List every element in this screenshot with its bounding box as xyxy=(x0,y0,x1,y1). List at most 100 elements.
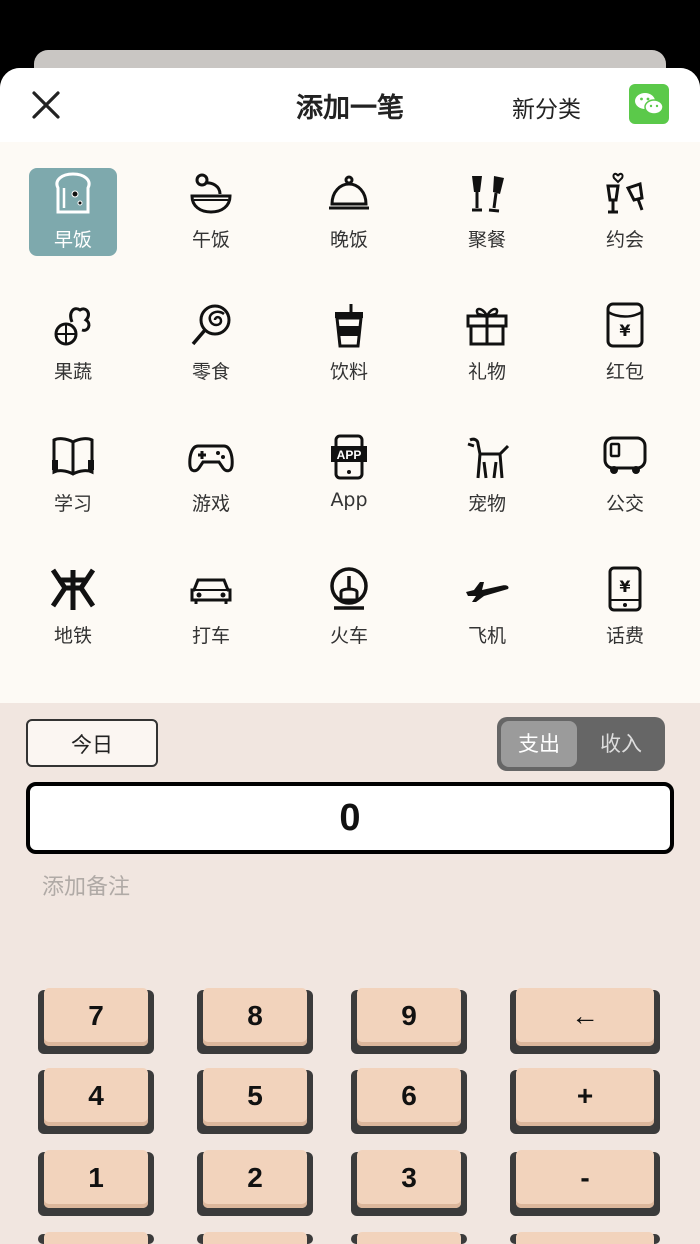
dog-icon xyxy=(464,434,510,480)
key-5[interactable]: 5 xyxy=(197,1068,313,1134)
category-label: 宠物 xyxy=(467,493,506,515)
key-label: 0 xyxy=(203,1232,307,1244)
date-button[interactable]: 今日 xyxy=(26,719,158,767)
drink-cup-icon xyxy=(326,302,372,348)
category-train[interactable]: 火车 xyxy=(305,564,393,652)
category-gathering[interactable]: 聚餐 xyxy=(443,168,531,256)
category-study[interactable]: 学习 xyxy=(29,432,117,520)
svg-text:¥: ¥ xyxy=(619,321,630,340)
key-8[interactable]: 8 xyxy=(197,988,313,1054)
key-6[interactable]: 6 xyxy=(351,1068,467,1134)
category-date[interactable]: 约会 xyxy=(581,168,669,256)
category-label: 话费 xyxy=(605,625,644,647)
plus-key[interactable]: + xyxy=(510,1068,660,1134)
category-bus[interactable]: 公交 xyxy=(581,432,669,520)
key-label: 4 xyxy=(44,1068,148,1126)
category-red-envelope[interactable]: ¥ 红包 xyxy=(581,300,669,388)
key-label: 2 xyxy=(203,1150,307,1208)
category-label: 礼物 xyxy=(467,361,506,383)
key-label: + xyxy=(516,1068,654,1126)
category-label: 游戏 xyxy=(191,493,230,515)
category-drinks[interactable]: 饮料 xyxy=(305,300,393,388)
category-label: 地铁 xyxy=(53,625,92,647)
category-breakfast[interactable]: 早饭 xyxy=(29,168,117,256)
category-label: App xyxy=(330,489,368,511)
key-2[interactable]: 2 xyxy=(197,1150,313,1216)
gamepad-icon xyxy=(188,434,234,480)
key-label: . xyxy=(357,1232,461,1244)
category-label: 约会 xyxy=(605,229,644,251)
key-7[interactable]: 7 xyxy=(38,988,154,1054)
category-metro[interactable]: 地铁 xyxy=(29,564,117,652)
category-games[interactable]: 游戏 xyxy=(167,432,255,520)
expense-option[interactable]: 支出 xyxy=(501,721,577,767)
key-label: 8 xyxy=(203,988,307,1046)
wechat-button[interactable] xyxy=(629,84,669,124)
category-phone-bill[interactable]: ¥ 话费 xyxy=(581,564,669,652)
category-pets[interactable]: 宠物 xyxy=(443,432,531,520)
wechat-icon xyxy=(635,93,664,115)
train-icon xyxy=(326,566,372,612)
chicken-bowl-icon xyxy=(188,170,234,216)
category-label: 晚饭 xyxy=(329,229,368,251)
book-icon xyxy=(50,434,96,480)
category-app[interactable]: APP App xyxy=(305,432,393,520)
key-3[interactable]: 3 xyxy=(351,1150,467,1216)
key-label: 9 xyxy=(357,988,461,1046)
category-label: 零食 xyxy=(191,361,230,383)
lollipop-icon xyxy=(188,302,234,348)
key-label: - xyxy=(516,1150,654,1208)
phone-bill-icon: ¥ xyxy=(602,566,648,612)
add-entry-sheet: 添加一笔 新分类 早饭 午饭 晚饭 聚餐 约会 果蔬 零食 饮料 礼物 ¥ 红包… xyxy=(0,68,700,1244)
key-4[interactable]: 4 xyxy=(38,1068,154,1134)
new-category-button[interactable]: 新分类 xyxy=(512,90,581,124)
svg-text:APP: APP xyxy=(337,448,362,462)
category-produce[interactable]: 果蔬 xyxy=(29,300,117,388)
car-icon xyxy=(188,566,234,612)
key-label: 5 xyxy=(203,1068,307,1126)
vegetables-icon xyxy=(50,302,96,348)
backspace-icon: ← xyxy=(516,988,654,1046)
category-label: 飞机 xyxy=(467,625,506,647)
category-taxi[interactable]: 打车 xyxy=(167,564,255,652)
app-phone-icon: APP xyxy=(326,434,372,480)
minus-key[interactable]: - xyxy=(510,1150,660,1216)
dot-key[interactable]: . xyxy=(351,1232,467,1244)
key-1[interactable]: 1 xyxy=(38,1150,154,1216)
key-9[interactable]: 9 xyxy=(351,988,467,1054)
category-label: 饮料 xyxy=(329,361,368,383)
gift-icon xyxy=(464,302,510,348)
category-label: 午饭 xyxy=(191,229,230,251)
category-label: 打车 xyxy=(191,625,230,647)
key-label: 6 xyxy=(357,1068,461,1126)
clear-key[interactable]: C xyxy=(38,1232,154,1244)
category-snacks[interactable]: 零食 xyxy=(167,300,255,388)
category-gifts[interactable]: 礼物 xyxy=(443,300,531,388)
category-label: 公交 xyxy=(605,493,644,515)
close-button[interactable] xyxy=(28,87,64,123)
confirm-key[interactable]: 确定 xyxy=(510,1232,660,1244)
category-grid: 早饭 午饭 晚饭 聚餐 约会 果蔬 零食 饮料 礼物 ¥ 红包 学习 游戏 AP… xyxy=(0,164,700,704)
airplane-icon xyxy=(464,566,510,612)
category-label: 学习 xyxy=(53,493,92,515)
sheet-header: 添加一笔 新分类 xyxy=(0,68,700,142)
type-toggle: 支出 收入 xyxy=(497,717,665,771)
category-lunch[interactable]: 午饭 xyxy=(167,168,255,256)
bus-icon xyxy=(602,434,648,480)
red-envelope-icon: ¥ xyxy=(602,302,648,348)
cocktail-heart-icon xyxy=(602,170,648,216)
category-label: 红包 xyxy=(605,361,644,383)
page-title: 添加一笔 xyxy=(296,93,404,124)
note-input[interactable]: 添加备注 xyxy=(42,869,130,901)
backspace-key[interactable]: ← xyxy=(510,988,660,1054)
category-label: 早饭 xyxy=(53,229,92,251)
key-0[interactable]: 0 xyxy=(197,1232,313,1244)
entry-panel: 今日 支出 收入 0 添加备注 7 8 9 ← 4 5 6 + 1 2 3 - … xyxy=(0,703,700,1244)
category-label: 果蔬 xyxy=(53,361,92,383)
cloche-icon xyxy=(326,170,372,216)
close-icon xyxy=(32,91,60,119)
income-option[interactable]: 收入 xyxy=(583,721,659,767)
category-dinner[interactable]: 晚饭 xyxy=(305,168,393,256)
category-flight[interactable]: 飞机 xyxy=(443,564,531,652)
key-label: 确定 xyxy=(516,1232,654,1244)
